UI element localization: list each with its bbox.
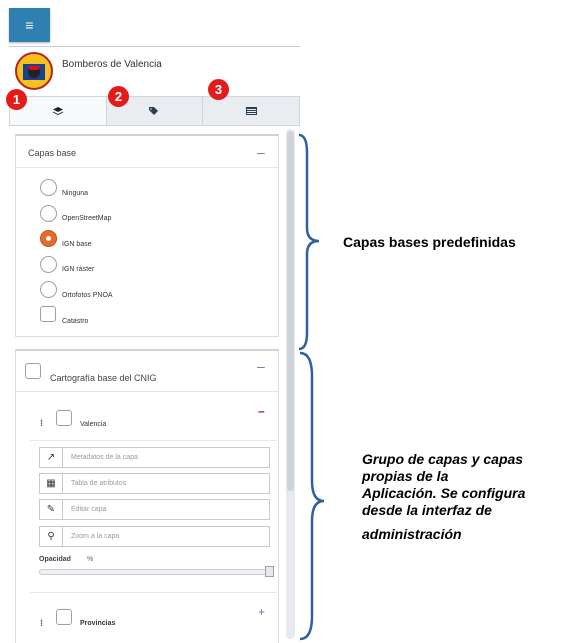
drag-handle-icon[interactable]: ⁞ bbox=[40, 418, 43, 428]
layer-collapse-button[interactable]: – bbox=[258, 404, 265, 418]
zoom-layer-button[interactable]: ⚲ Zoom a la capa bbox=[39, 526, 270, 547]
opacity-slider[interactable] bbox=[39, 569, 273, 575]
annotation-line: propias de la bbox=[362, 468, 449, 484]
option-label: Ortofotos PNOA bbox=[62, 292, 113, 299]
annotation-line: Aplicación. Se configura bbox=[362, 485, 526, 501]
annotation-line: administración bbox=[362, 526, 462, 542]
layer-checkbox-provincias[interactable] bbox=[56, 609, 72, 625]
search-icon: ⚲ bbox=[40, 527, 63, 546]
action-label: Editar capa bbox=[71, 506, 107, 513]
scrollbar-thumb[interactable] bbox=[287, 131, 294, 491]
action-label: Metadatos de la capa bbox=[71, 454, 138, 461]
layer-group-header bbox=[16, 351, 278, 392]
opacity-unit: % bbox=[87, 556, 94, 563]
layer-group-panel bbox=[15, 349, 279, 643]
list-window-icon bbox=[245, 107, 257, 115]
radio-ign-base[interactable] bbox=[40, 230, 57, 247]
brace-layer-group bbox=[299, 351, 325, 641]
annotation-base-layers: Capas bases predefinidas bbox=[343, 234, 516, 250]
brace-base-layers bbox=[298, 133, 320, 351]
opacity-label: Opacidad bbox=[39, 556, 71, 563]
group-checkbox[interactable] bbox=[25, 363, 41, 379]
checkbox-catastro[interactable] bbox=[40, 306, 56, 322]
drag-handle-icon[interactable]: ⁞ bbox=[40, 618, 43, 628]
option-label: OpenStreetMap bbox=[62, 215, 112, 222]
edit-icon: ✎ bbox=[40, 500, 63, 519]
metadata-button[interactable]: ↗ Metadatos de la capa bbox=[39, 447, 270, 468]
opacity-slider-handle[interactable] bbox=[265, 566, 274, 577]
callout-badge-2: 2 bbox=[108, 86, 129, 107]
action-label: Tabla de atributos bbox=[71, 480, 127, 487]
layer-divider bbox=[30, 592, 277, 593]
tab-bar bbox=[9, 96, 300, 126]
layer-checkbox-valencia[interactable] bbox=[56, 410, 72, 426]
layers-icon bbox=[52, 106, 63, 115]
radio-openstreetmap[interactable] bbox=[40, 205, 57, 222]
brand-name: Bomberos de Valencia bbox=[62, 59, 162, 70]
group-collapse-button[interactable]: – bbox=[257, 358, 265, 374]
panel-divider bbox=[16, 167, 278, 168]
action-label: Zoom a la capa bbox=[71, 533, 120, 540]
callout-badge-3: 3 bbox=[208, 79, 229, 100]
radio-ortofotos-pnoa[interactable] bbox=[40, 281, 57, 298]
hamburger-icon: ≡ bbox=[25, 17, 34, 33]
table-icon: ▦ bbox=[40, 474, 63, 493]
external-link-icon: ↗ bbox=[40, 448, 63, 467]
tags-icon bbox=[149, 107, 158, 115]
annotation-line: desde la interfaz de bbox=[362, 502, 492, 518]
option-label: Catastro bbox=[62, 318, 89, 325]
annotation-layer-group: Grupo de capas y capas propias de la Apl… bbox=[362, 451, 562, 543]
brand-logo bbox=[15, 52, 53, 90]
layer-expand-button[interactable]: + bbox=[258, 605, 265, 619]
option-label: IGN base bbox=[62, 241, 92, 248]
callout-badge-1: 1 bbox=[6, 89, 27, 110]
attribute-table-button[interactable]: ▦ Tabla de atributos bbox=[39, 473, 270, 494]
option-label: Ninguna bbox=[62, 190, 89, 197]
base-layers-title: Capas base bbox=[28, 148, 77, 158]
header-divider bbox=[9, 46, 300, 47]
annotation-line: Grupo de capas y capas bbox=[362, 451, 524, 467]
group-title: Cartografía base del CNIG bbox=[50, 373, 157, 383]
option-label: IGN ráster bbox=[62, 266, 95, 273]
radio-ign-raster[interactable] bbox=[40, 256, 57, 273]
layer-name: Provincias bbox=[80, 620, 116, 627]
radio-ninguna[interactable] bbox=[40, 179, 57, 196]
layer-name: Valencia bbox=[80, 421, 107, 428]
edit-layer-button[interactable]: ✎ Editar capa bbox=[39, 499, 270, 520]
base-layers-collapse-button[interactable]: – bbox=[257, 144, 265, 160]
tab-list[interactable] bbox=[203, 97, 299, 125]
menu-button[interactable]: ≡ bbox=[9, 8, 50, 42]
